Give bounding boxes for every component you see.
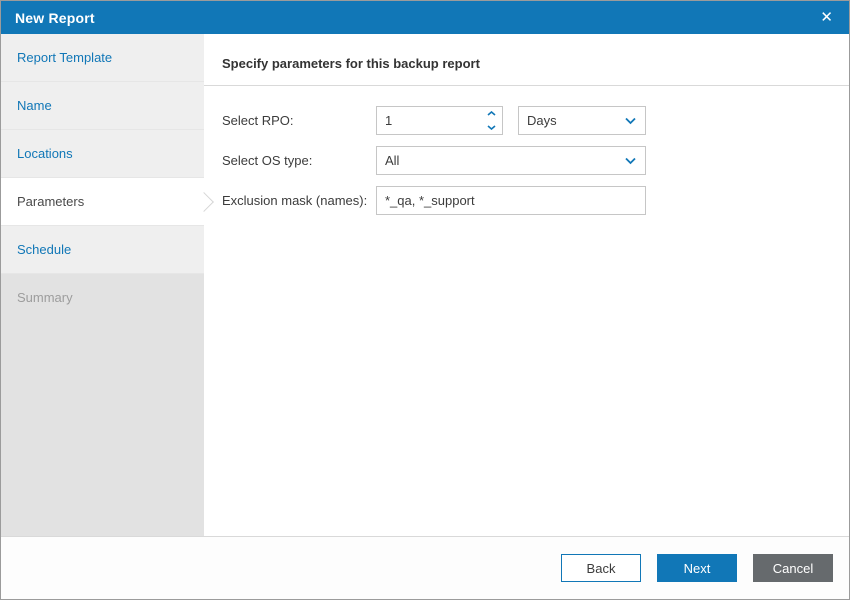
cancel-button[interactable]: Cancel [753, 554, 833, 582]
sidebar-item-locations[interactable]: Locations [1, 130, 204, 178]
heading-divider [204, 85, 849, 86]
rpo-unit-select[interactable]: Days [518, 106, 646, 135]
sidebar-item-parameters[interactable]: Parameters [1, 178, 204, 226]
footer-bar: Back Next Cancel [1, 536, 849, 599]
sidebar-item-report-template[interactable]: Report Template [1, 34, 204, 82]
next-button[interactable]: Next [657, 554, 737, 582]
title-bar: New Report ✕ [1, 1, 849, 34]
os-type-value: All [385, 153, 399, 168]
sidebar-item-label: Report Template [17, 50, 112, 65]
wizard-steps-sidebar: Report Template Name Locations Parameter… [1, 34, 204, 536]
sidebar-item-label: Summary [17, 290, 73, 305]
sidebar-item-summary: Summary [1, 274, 204, 322]
new-report-dialog: New Report ✕ Report Template Name Locati… [0, 0, 850, 600]
rpo-value-input[interactable] [377, 107, 480, 134]
rpo-label: Select RPO: [222, 113, 294, 128]
sidebar-item-schedule[interactable]: Schedule [1, 226, 204, 274]
spinner-down-icon[interactable] [480, 121, 502, 135]
sidebar-item-name[interactable]: Name [1, 82, 204, 130]
panel-heading: Specify parameters for this backup repor… [204, 34, 849, 71]
sidebar-item-label: Name [17, 98, 52, 113]
dialog-title: New Report [15, 10, 95, 26]
chevron-down-icon [625, 157, 636, 164]
os-type-label: Select OS type: [222, 153, 312, 168]
rpo-unit-value: Days [527, 113, 557, 128]
rpo-row: Select RPO: Days [204, 106, 849, 135]
exclusion-mask-input[interactable] [376, 186, 646, 215]
back-button[interactable]: Back [561, 554, 641, 582]
sidebar-item-label: Parameters [17, 194, 84, 209]
rpo-value-spinner[interactable] [376, 106, 503, 135]
os-type-select[interactable]: All [376, 146, 646, 175]
spinner-up-icon[interactable] [480, 107, 502, 121]
exclusion-mask-row: Exclusion mask (names): [204, 186, 849, 215]
os-type-row: Select OS type: All [204, 146, 849, 175]
rpo-spinner-buttons [480, 107, 502, 134]
exclusion-mask-label: Exclusion mask (names): [222, 193, 367, 208]
chevron-down-icon [625, 117, 636, 124]
sidebar-item-label: Schedule [17, 242, 71, 257]
parameters-panel: Specify parameters for this backup repor… [204, 34, 849, 536]
close-icon[interactable]: ✕ [816, 6, 837, 29]
sidebar-item-label: Locations [17, 146, 73, 161]
